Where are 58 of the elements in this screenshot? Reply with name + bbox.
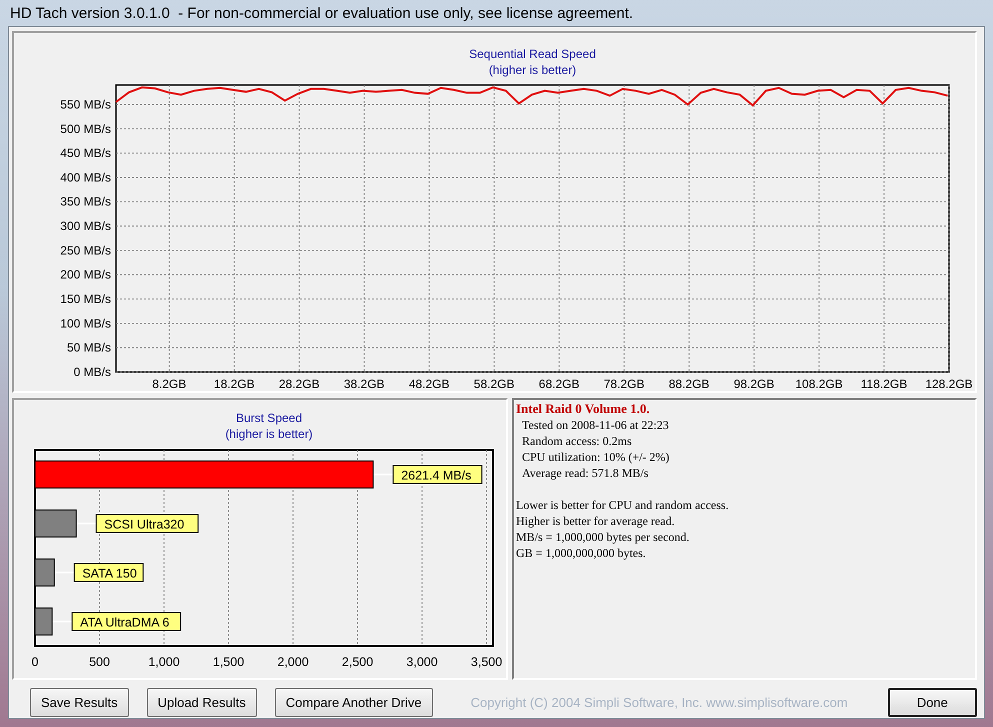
axis-label: 98.2GB: [734, 377, 774, 390]
axis-label: 550 MB/s: [60, 97, 111, 112]
bar-label: SCSI Ultra320: [96, 514, 199, 533]
axis-label: 108.2GB: [795, 377, 843, 390]
axis-label: 88.2GB: [668, 377, 710, 390]
axis-label: 48.2GB: [408, 377, 450, 390]
axis-label: 118.2GB: [860, 377, 908, 390]
window-title: HD Tach version 3.0.1.0 - For non-commercial or evaluation use only, see license agreement.: [10, 4, 634, 22]
action-button[interactable]: Upload Results: [146, 688, 257, 716]
info-line: MB/s = 1,000,000 bytes per second.: [516, 529, 690, 545]
axis-label: 400 MB/s: [60, 170, 111, 184]
info-line: GB = 1,000,000,000 bytes.: [516, 545, 647, 561]
action-button[interactable]: Compare Another Drive: [274, 688, 433, 716]
chart-title: Sequential Read Speed (higher is better): [469, 47, 596, 77]
axis-label: 2,000: [277, 655, 309, 669]
axis-label: 18.2GB: [214, 377, 255, 390]
y-tick-label: SATA 150: [82, 566, 137, 580]
axis-label: 28.2GB: [278, 377, 320, 390]
y-tick-label: SCSI Ultra320: [104, 518, 184, 532]
axis-label: 0: [32, 655, 38, 669]
chart-title: Burst Speed (higher is better): [225, 411, 313, 441]
axis-label: 1,000: [148, 655, 180, 669]
axis-label: 300 MB/s: [60, 219, 111, 234]
axis-label: 0 MB/s: [74, 365, 111, 379]
axis-label: 3,500: [470, 655, 502, 669]
drive-name: Intel Raid 0 Volume 1.0.: [516, 401, 651, 417]
axis-label: 450 MB/s: [60, 146, 111, 160]
y-tick-label: 2621.4 MB/s: [401, 468, 472, 482]
info-line: Tested on 2008-11-06 at 22:23: [521, 417, 670, 433]
axis-label: 350 MB/s: [60, 194, 111, 209]
axis-label: 78.2GB: [604, 377, 644, 390]
axis-label: 100 MB/s: [60, 316, 111, 330]
axis-label: 200 MB/s: [60, 268, 111, 282]
axis-label: 128.2GB: [925, 377, 973, 390]
axis-label: 68.2GB: [538, 377, 580, 390]
info-line: Average read: 571.8 MB/s: [521, 465, 650, 481]
axis-label: 8.2GB: [152, 377, 186, 390]
axis-label: 58.2GB: [474, 377, 515, 390]
axis-label: 1,500: [212, 655, 244, 669]
axis-label: 150 MB/s: [60, 292, 111, 306]
action-button[interactable]: Save Results: [30, 688, 129, 716]
axis-label: 500 MB/s: [60, 122, 111, 136]
done-button[interactable]: Done: [888, 688, 977, 716]
axis-label: 2,500: [342, 655, 374, 669]
info-line: Random access: 0.2ms: [521, 433, 633, 449]
axis-label: 250 MB/s: [60, 243, 111, 258]
axis-label: 500: [89, 655, 110, 669]
y-tick-label: ATA UltraDMA 6: [80, 616, 170, 630]
bar-label: ATA UltraDMA 6: [72, 612, 182, 631]
axis-label: 38.2GB: [344, 377, 385, 390]
info-line: Lower is better for CPU and random access.: [516, 497, 730, 513]
axis-label: 3,000: [406, 655, 438, 669]
bar-label: 2621.4 MB/s: [392, 465, 482, 484]
bar-label: SATA 150: [74, 563, 144, 582]
info-line: Higher is better for average read.: [516, 513, 676, 529]
copyright-text: Copyright (C) 2004 Simpli Software, Inc. www.simplisoftware.com: [470, 694, 848, 710]
axis-label: 50 MB/s: [66, 340, 111, 355]
info-line: CPU utilization: 10% (+/- 2%): [521, 449, 670, 465]
